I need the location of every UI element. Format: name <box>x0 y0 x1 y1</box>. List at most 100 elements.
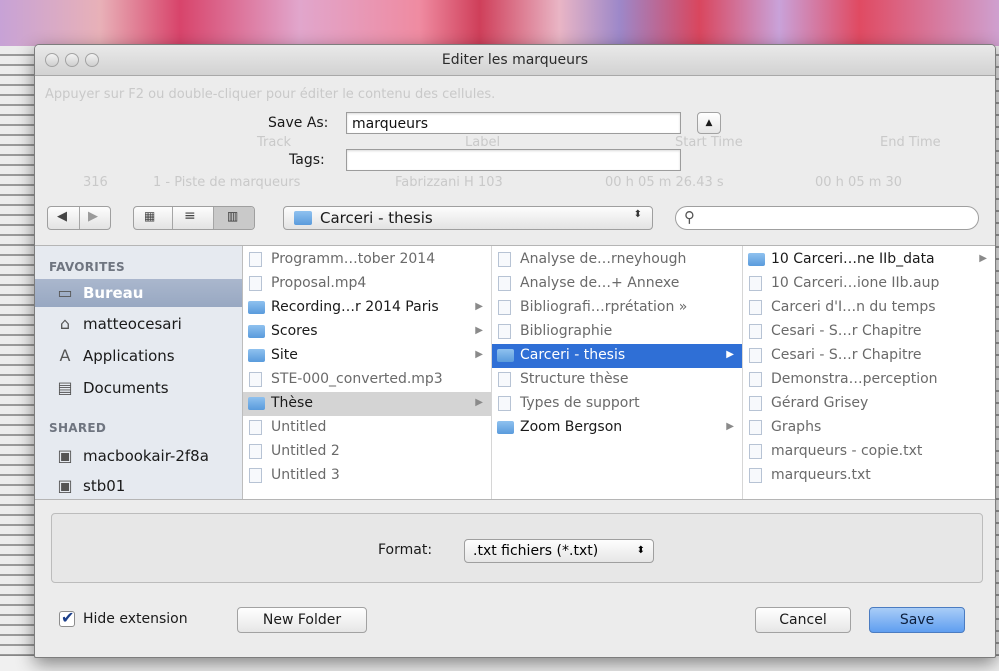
column-view-icon[interactable]: ▥ <box>214 207 254 229</box>
sidebar-item-stb01[interactable]: ▣ stb01 <box>35 472 242 500</box>
document-icon <box>249 252 262 267</box>
file-row[interactable]: Analyse de…+ Annexe <box>492 272 742 296</box>
favorites-header: FAVORITES <box>49 260 126 274</box>
cancel-button[interactable]: Cancel <box>755 607 851 633</box>
folder-row[interactable]: 10 Carceri…ne IIb_data ▶ <box>743 248 995 272</box>
folder-row[interactable]: Zoom Bergson ▶ <box>492 416 742 440</box>
item-name: Carceri d'I…n du temps <box>771 299 936 315</box>
file-row[interactable]: STE-000_converted.mp3 <box>243 368 491 392</box>
collapse-browser-button[interactable]: ▲ <box>697 112 721 134</box>
file-row[interactable]: Bibliographie <box>492 320 742 344</box>
item-name: Cesari - S…r Chapitre <box>771 323 922 339</box>
shared-header: SHARED <box>49 421 107 435</box>
format-select[interactable]: .txt fichiers (*.txt) ⬍ <box>464 539 654 563</box>
ghost-header-label: Label <box>465 135 501 150</box>
sidebar-item-label: Applications <box>83 347 175 365</box>
item-name: 10 Carceri…ione IIb.aup <box>771 275 940 291</box>
sidebar-item-home[interactable]: ⌂ matteocesari <box>35 310 242 338</box>
folder-icon <box>248 397 265 410</box>
ghost-cell: 00 h 05 m 26.43 s <box>605 175 724 190</box>
sidebar-item-label: Bureau <box>83 284 144 302</box>
sidebar-item-applications[interactable]: A Applications <box>35 342 242 370</box>
hide-extension-label: Hide extension <box>83 611 188 627</box>
item-name: Recording…r 2014 Paris <box>271 299 439 315</box>
file-row[interactable]: 10 Carceri…ione IIb.aup <box>743 272 995 296</box>
dialog-title: Editer les marqueurs <box>441 52 589 68</box>
file-row[interactable]: marqueurs - copie.txt <box>743 440 995 464</box>
tags-field[interactable] <box>346 149 681 171</box>
ghost-cell: Fabrizzani H 103 <box>395 175 503 190</box>
item-name: Proposal.mp4 <box>271 275 367 291</box>
list-view-icon[interactable]: ≡ <box>184 208 196 224</box>
file-row[interactable]: Types de support <box>492 392 742 416</box>
file-row[interactable]: Structure thèse <box>492 368 742 392</box>
file-row[interactable]: Cesari - S…r Chapitre <box>743 320 995 344</box>
icon-view-icon[interactable]: ▦ <box>144 209 155 223</box>
format-label: Format: <box>378 542 433 558</box>
document-icon <box>498 252 511 267</box>
folder-icon <box>248 301 265 314</box>
browser-column-2: Analyse de…rneyhough Analyse de…+ Annexe B… <box>492 246 743 499</box>
item-name: Scores <box>271 323 318 339</box>
sidebar-item-macbookair[interactable]: ▣ macbookair-2f8a <box>35 442 242 470</box>
location-popup[interactable]: Carceri - thesis ⬍ <box>283 206 653 230</box>
folder-icon <box>497 421 514 434</box>
folder-row[interactable]: Thèse ▶ <box>243 392 491 416</box>
file-row[interactable]: Programm…tober 2014 <box>243 248 491 272</box>
disclosure-arrow-icon: ▶ <box>726 349 734 360</box>
applications-icon: A <box>59 346 71 365</box>
ghost-header-start: Start Time <box>675 135 743 150</box>
save-as-field[interactable]: marqueurs <box>346 112 681 134</box>
item-name: Demonstra…perception <box>771 371 938 387</box>
disclosure-arrow-icon: ▶ <box>475 397 483 408</box>
folder-row[interactable]: Site ▶ <box>243 344 491 368</box>
folder-icon <box>248 325 265 338</box>
document-icon <box>749 468 762 483</box>
sidebar-item-documents[interactable]: ▤ Documents <box>35 374 242 402</box>
file-row[interactable]: Untitled 2 <box>243 440 491 464</box>
file-row[interactable]: Bibliografi…rprétation » <box>492 296 742 320</box>
popup-arrows-icon: ⬍ <box>636 545 645 556</box>
back-arrow-icon[interactable]: ◀ <box>57 209 67 224</box>
document-icon <box>749 444 762 459</box>
forward-arrow-icon[interactable]: ▶ <box>88 209 98 224</box>
file-row[interactable]: marqueurs.txt <box>743 464 995 488</box>
document-icon <box>249 468 262 483</box>
folder-row[interactable]: Recording…r 2014 Paris ▶ <box>243 296 491 320</box>
file-row[interactable]: Untitled <box>243 416 491 440</box>
file-row[interactable]: Analyse de…rneyhough <box>492 248 742 272</box>
file-row[interactable]: Proposal.mp4 <box>243 272 491 296</box>
disclosure-arrow-icon: ▶ <box>726 421 734 432</box>
hide-extension-checkbox[interactable]: ✔ <box>59 608 75 627</box>
save-button[interactable]: Save <box>869 607 965 633</box>
popup-arrows-icon: ⬍ <box>633 209 642 220</box>
folder-row[interactable]: Carceri - thesis ▶ <box>492 344 742 368</box>
folder-icon <box>294 211 312 225</box>
file-browser: FAVORITES ▭ Bureau ⌂ matteocesari A Appl… <box>35 245 995 500</box>
item-name: Zoom Bergson <box>520 419 623 435</box>
file-row[interactable]: Graphs <box>743 416 995 440</box>
location-label: Carceri - thesis <box>320 209 433 227</box>
home-icon: ⌂ <box>59 314 71 333</box>
folder-row[interactable]: Scores ▶ <box>243 320 491 344</box>
sidebar-item-label: matteocesari <box>83 315 182 333</box>
computer-icon: ▣ <box>57 446 73 465</box>
item-name: Bibliografi…rprétation » <box>520 299 688 315</box>
search-field[interactable]: ⚲ <box>675 206 979 230</box>
sidebar-item-bureau[interactable]: ▭ Bureau <box>35 279 242 307</box>
file-row[interactable]: Untitled 3 <box>243 464 491 488</box>
document-icon <box>498 372 511 387</box>
document-icon <box>249 420 262 435</box>
format-panel: Format: .txt fichiers (*.txt) ⬍ <box>51 513 983 583</box>
browser-column-3: 10 Carceri…ne IIb_data ▶ 10 Carceri…ione I… <box>743 246 995 499</box>
track-ruler-left <box>0 46 34 656</box>
document-icon <box>249 372 262 387</box>
file-row[interactable]: Demonstra…perception <box>743 368 995 392</box>
file-row[interactable]: Cesari - S…r Chapitre <box>743 344 995 368</box>
folder-icon <box>248 349 265 362</box>
file-row[interactable]: Carceri d'I…n du temps <box>743 296 995 320</box>
item-name: Cesari - S…r Chapitre <box>771 347 922 363</box>
file-row[interactable]: Gérard Grisey <box>743 392 995 416</box>
new-folder-button[interactable]: New Folder <box>237 607 367 633</box>
item-name: Site <box>271 347 298 363</box>
